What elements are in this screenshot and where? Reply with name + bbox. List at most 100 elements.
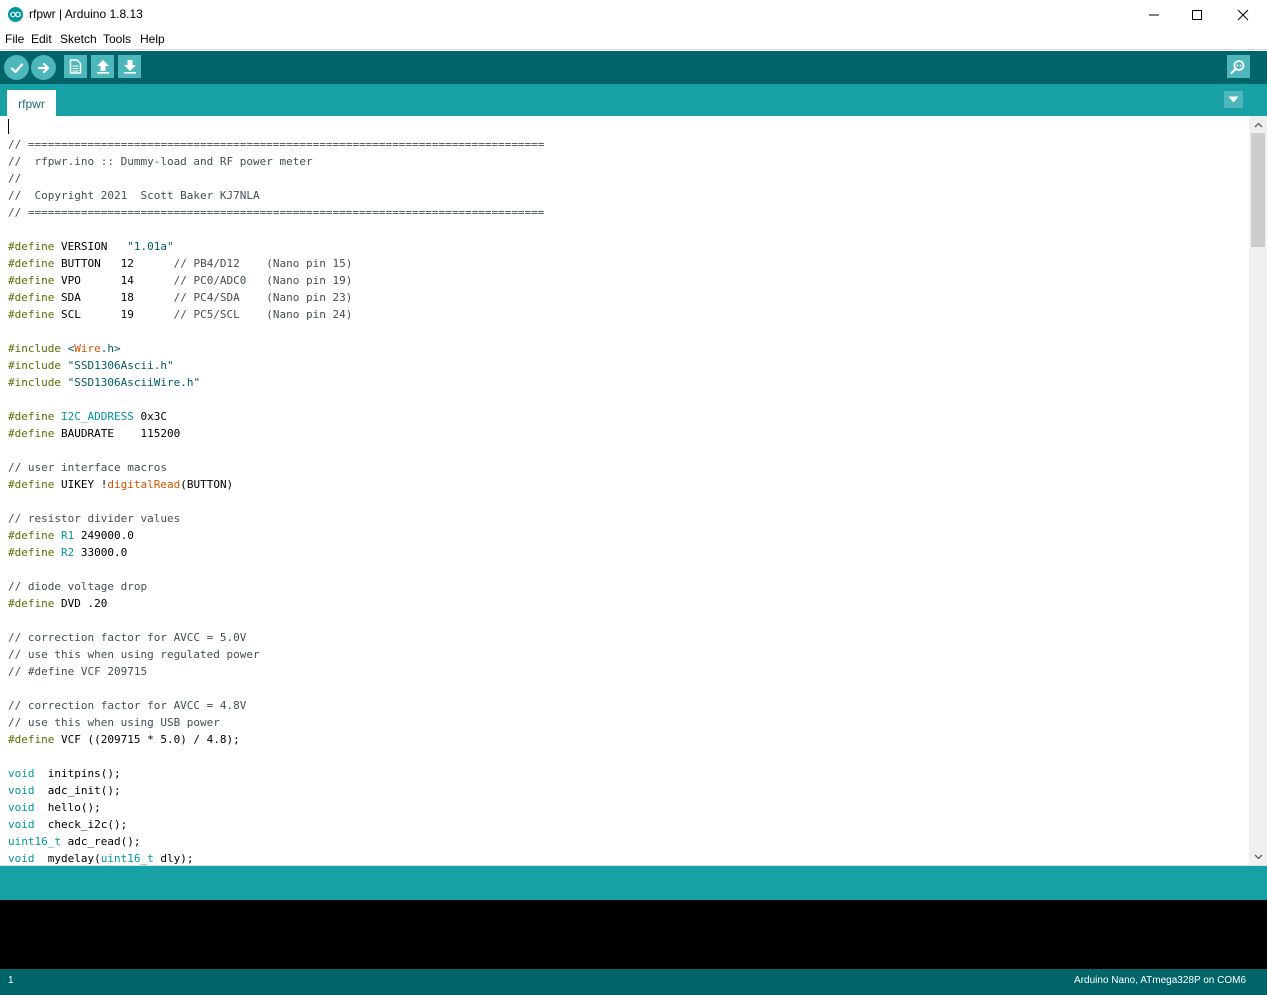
save-sketch-button[interactable]: [118, 55, 141, 78]
tab-rfpwr[interactable]: rfpwr: [7, 90, 56, 116]
menu-help[interactable]: Help: [140, 32, 165, 46]
verify-button[interactable]: [4, 55, 29, 80]
code-text-token: SDA 18: [54, 291, 174, 304]
code-preprocessor: #define: [8, 291, 55, 304]
code-line: #define BUTTON 12 // PB4/D12 (Nano pin 1…: [8, 255, 544, 272]
code-preprocessor: #include: [8, 376, 61, 389]
code-line: // use this when using regulated power: [8, 646, 544, 663]
code-preprocessor: #include: [8, 359, 61, 372]
editor-scrollbar[interactable]: [1249, 116, 1267, 865]
code-line: // #define VCF 209715: [8, 663, 544, 680]
code-string: "1.01a": [127, 240, 174, 253]
code-preprocessor: #define: [8, 427, 55, 440]
code-line: #include "SSD1306Ascii.h": [8, 357, 544, 374]
serial-monitor-button[interactable]: [1227, 55, 1250, 78]
code-line: #define R2 33000.0: [8, 544, 544, 561]
code-line: #define VCF ((209715 * 5.0) / 4.8);: [8, 731, 544, 748]
code-text-token: dly);: [153, 852, 194, 865]
window-title: rfpwr | Arduino 1.8.13: [29, 7, 143, 21]
code-preprocessor: #define: [8, 240, 55, 253]
scroll-thumb[interactable]: [1251, 133, 1265, 247]
menu-sketch[interactable]: Sketch: [60, 32, 97, 46]
code-comment: // resistor divider values: [8, 512, 181, 525]
code-line: // =====================================…: [8, 204, 544, 221]
code-line: void adc_init();: [8, 782, 544, 799]
code-editor[interactable]: // =====================================…: [0, 116, 1249, 865]
code-line: #define VPO 14 // PC0/ADC0 (Nano pin 19): [8, 272, 544, 289]
code-keyword: R2: [60, 546, 75, 559]
code-line: #define DVD .20: [8, 595, 544, 612]
code-keyword: void: [8, 818, 35, 831]
output-console[interactable]: [0, 900, 1267, 969]
open-sketch-button[interactable]: [91, 55, 114, 78]
code-comment: // #define VCF 209715: [8, 665, 148, 678]
code-comment: // PC4/SDA (Nano pin 23): [173, 291, 353, 304]
code-text-token: BUTTON 12: [54, 257, 174, 270]
code-text-token: 33000.0: [74, 546, 128, 559]
code-preprocessor: #define: [8, 274, 55, 287]
tab-strip: rfpwr: [0, 84, 1267, 116]
maximize-button[interactable]: [1174, 0, 1220, 30]
code-comment: // =====================================…: [8, 138, 545, 151]
code-keyword: void: [8, 852, 35, 865]
arrow-down-icon: [123, 60, 136, 74]
code-line: // correction factor for AVCC = 5.0V: [8, 629, 544, 646]
code-string: "SSD1306Ascii.h": [67, 359, 174, 372]
arrow-up-icon: [96, 60, 109, 74]
arduino-logo-icon: [8, 7, 23, 22]
close-button[interactable]: [1220, 0, 1266, 30]
code-preprocessor: #define: [8, 478, 55, 491]
code-comment: // diode voltage drop: [8, 580, 148, 593]
code-keyword: void: [8, 801, 35, 814]
toolbar: [0, 51, 1267, 84]
code-preprocessor: #define: [8, 410, 55, 423]
new-file-icon: [69, 59, 82, 74]
code-text-token: BAUDRATE 115200: [54, 427, 181, 440]
menu-tools[interactable]: Tools: [103, 32, 131, 46]
minimize-icon: [1149, 14, 1159, 16]
code-string: .h>: [100, 342, 121, 355]
code-comment: // user interface macros: [8, 461, 167, 474]
code-line: // Copyright 2021 Scott Baker KJ7NLA: [8, 187, 544, 204]
code-comment: //: [8, 172, 22, 185]
code-text-token: SCL 19: [54, 308, 174, 321]
code-line: // resistor divider values: [8, 510, 544, 527]
code-keyword: uint16_t: [8, 835, 61, 848]
scroll-up-button[interactable]: [1249, 116, 1267, 133]
maximize-icon: [1192, 10, 1202, 20]
tab-menu-button[interactable]: [1224, 91, 1243, 108]
code-preprocessor: #define: [8, 529, 55, 542]
scroll-down-button[interactable]: [1249, 848, 1267, 865]
code-preprocessor: #include: [8, 342, 61, 355]
menu-file[interactable]: File: [5, 32, 24, 46]
code-line: void hello();: [8, 799, 544, 816]
code-text-token: adc_init();: [34, 784, 121, 797]
menu-edit[interactable]: Edit: [31, 32, 52, 46]
code-line: #define BAUDRATE 115200: [8, 425, 544, 442]
code-comment: // PC0/ADC0 (Nano pin 19): [173, 274, 353, 287]
code-preprocessor: #define: [8, 257, 55, 270]
upload-button[interactable]: [31, 55, 56, 80]
new-sketch-button[interactable]: [64, 55, 87, 78]
code-comment: // use this when using regulated power: [8, 648, 260, 661]
code-line: #define R1 249000.0: [8, 527, 544, 544]
chevron-down-icon: [1228, 96, 1239, 103]
code-comment: // correction factor for AVCC = 5.0V: [8, 631, 247, 644]
code-preprocessor: #define: [8, 308, 55, 321]
code-text-token: 249000.0: [74, 529, 134, 542]
code-line: #define I2C_ADDRESS 0x3C: [8, 408, 544, 425]
code-text-token: VERSION: [54, 240, 128, 253]
code-text-token: UIKEY !: [54, 478, 108, 491]
minimize-button[interactable]: [1131, 0, 1177, 30]
code-line: // correction factor for AVCC = 4.8V: [8, 697, 544, 714]
code-line: uint16_t adc_read();: [8, 833, 544, 850]
code-line: #define SDA 18 // PC4/SDA (Nano pin 23): [8, 289, 544, 306]
chevron-up-icon: [1254, 122, 1262, 127]
